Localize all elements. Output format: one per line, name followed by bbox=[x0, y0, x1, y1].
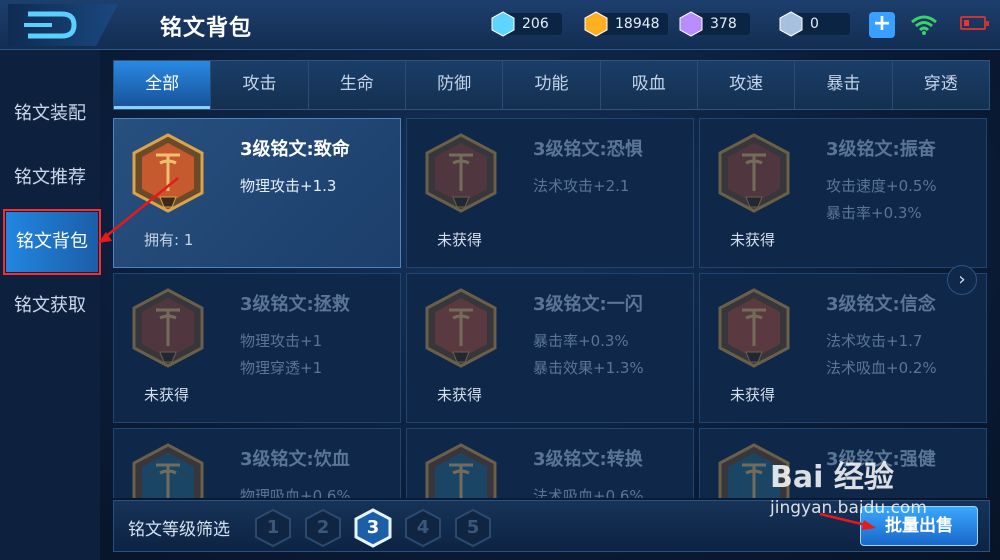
inscription-attribute: 物理攻击+1.3 bbox=[240, 177, 337, 195]
tab-1[interactable]: 攻击 bbox=[211, 61, 309, 109]
level-filter-2[interactable]: 2 bbox=[304, 508, 342, 548]
level-filter-label: 铭文等级筛选 bbox=[128, 520, 230, 540]
tab-3[interactable]: 防御 bbox=[406, 61, 504, 109]
tab-7[interactable]: 暴击 bbox=[795, 61, 893, 109]
inscription-attribute: 暴击率+0.3% bbox=[533, 332, 629, 350]
tab-0[interactable]: 全部 bbox=[114, 61, 212, 109]
inscription-screen: 铭文背包 206 18948 378 0 + 铭文装配 铭文推荐 铭文背包 铭文获取 全部攻… bbox=[0, 0, 1000, 560]
inscription-attribute: 物理攻击+1 bbox=[240, 332, 323, 350]
tab-5[interactable]: 吸血 bbox=[601, 61, 698, 109]
inscription-name: 3级铭文:信念 bbox=[826, 294, 936, 315]
inscription-gem-icon bbox=[425, 443, 497, 498]
currency-fragment: 0 bbox=[778, 11, 850, 37]
inscription-status: 未获得 bbox=[144, 386, 190, 404]
inscription-attribute: 法术攻击+2.1 bbox=[533, 177, 630, 195]
inscription-name: 3级铭文:恐惧 bbox=[533, 139, 643, 160]
sidebar-item-3[interactable]: 铭文获取 bbox=[0, 276, 100, 336]
tab-4[interactable]: 功能 bbox=[503, 61, 601, 109]
inscription-gem-icon bbox=[132, 133, 204, 213]
inscription-name: 3级铭文:一闪 bbox=[533, 294, 643, 315]
inscription-name: 3级铭文:饮血 bbox=[240, 449, 350, 470]
inscription-card[interactable]: 3级铭文:振奋 攻击速度+0.5% 暴击率+0.3% 未获得 bbox=[699, 118, 987, 268]
inscription-card[interactable]: 3级铭文:饮血物理吸血+0.6% bbox=[113, 428, 401, 498]
inscription-grid: 3级铭文:致命 物理攻击+1.3 拥有: 1 3级铭文:恐惧 法术攻击+2.1 未获得 3级… bbox=[113, 118, 990, 498]
currency-diamond: 206 bbox=[490, 11, 562, 37]
sidebar: 铭文装配 铭文推荐 铭文背包 铭文获取 bbox=[0, 50, 101, 560]
crystal-icon bbox=[679, 11, 703, 37]
inscription-gem-icon bbox=[718, 288, 790, 368]
tab-6[interactable]: 攻速 bbox=[698, 61, 796, 109]
battery-icon bbox=[960, 16, 989, 30]
back-arrow-icon bbox=[24, 11, 77, 39]
inscription-status: 未获得 bbox=[730, 386, 776, 404]
inscription-card[interactable]: 3级铭文:拯救 物理攻击+1 物理穿透+1 未获得 bbox=[113, 273, 401, 423]
annotation-arrowhead-sidebar bbox=[98, 232, 112, 243]
level-filter-label: 2 bbox=[316, 517, 330, 538]
inscription-card[interactable]: 3级铭文:恐惧 法术攻击+2.1 未获得 bbox=[406, 118, 694, 268]
inscription-gem-icon bbox=[425, 133, 497, 213]
level-filter-3[interactable]: 3 bbox=[354, 508, 392, 548]
inscription-status: 未获得 bbox=[437, 386, 483, 404]
inscription-attribute: 物理吸血+0.6% bbox=[240, 487, 351, 498]
watermark-url: jingyan.baidu.com bbox=[770, 498, 927, 518]
sidebar-item-2[interactable]: 铭文背包 bbox=[3, 209, 101, 275]
level-filter-1[interactable]: 1 bbox=[254, 508, 292, 548]
diamond-icon bbox=[491, 11, 515, 37]
sidebar-item-1[interactable]: 铭文推荐 bbox=[0, 148, 100, 208]
inscription-name: 3级铭文:致命 bbox=[240, 139, 350, 160]
inscription-attribute: 法术吸血+0.6% bbox=[533, 487, 644, 498]
category-tabs: 全部 攻击 生命 防御 功能 吸血 攻速 暴击 穿透 bbox=[113, 60, 990, 110]
top-bar: 铭文背包 206 18948 378 0 + bbox=[0, 0, 1000, 50]
inscription-attribute: 攻击速度+0.5% bbox=[826, 177, 937, 195]
inscription-gem-icon bbox=[132, 288, 204, 368]
watermark-brand: Bai 经验 bbox=[770, 460, 894, 495]
sidebar-item-0[interactable]: 铭文装配 bbox=[0, 84, 100, 144]
inscription-gem-icon bbox=[718, 133, 790, 213]
level-filter-4[interactable]: 4 bbox=[404, 508, 442, 548]
add-currency-button[interactable]: + bbox=[869, 12, 895, 38]
next-page-arrow[interactable]: › bbox=[947, 265, 977, 295]
level-filter-label: 1 bbox=[266, 517, 280, 538]
inscription-status: 拥有: 1 bbox=[144, 231, 194, 249]
inscription-gem-icon bbox=[132, 443, 204, 498]
currency-gold-coin: 18948 bbox=[583, 11, 668, 37]
wifi-icon bbox=[911, 15, 937, 35]
inscription-attribute: 暴击效果+1.3% bbox=[533, 359, 644, 377]
tab-2[interactable]: 生命 bbox=[309, 61, 406, 109]
inscription-card[interactable]: 3级铭文:转换法术吸血+0.6% bbox=[406, 428, 694, 498]
inscription-gem-icon bbox=[425, 288, 497, 368]
inscription-attribute: 物理穿透+1 bbox=[240, 359, 323, 377]
inscription-name: 3级铭文:拯救 bbox=[240, 294, 350, 315]
inscription-card[interactable]: 3级铭文:信念 法术攻击+1.7 法术吸血+0.2% 未获得 bbox=[699, 273, 987, 423]
inscription-attribute: 法术吸血+0.2% bbox=[826, 359, 937, 377]
inscription-name: 3级铭文:转换 bbox=[533, 449, 643, 470]
currency-crystal: 378 bbox=[678, 11, 750, 37]
page-title: 铭文背包 bbox=[160, 16, 253, 41]
inscription-card[interactable]: 3级铭文:致命 物理攻击+1.3 拥有: 1 bbox=[113, 118, 401, 268]
inscription-card[interactable]: 3级铭文:一闪 暴击率+0.3% 暴击效果+1.3% 未获得 bbox=[406, 273, 694, 423]
inscription-status: 未获得 bbox=[437, 231, 483, 249]
inscription-attribute: 法术攻击+1.7 bbox=[826, 332, 923, 350]
inscription-status: 未获得 bbox=[730, 231, 776, 249]
level-filter-label: 5 bbox=[466, 517, 480, 538]
gold-coin-icon bbox=[584, 11, 608, 37]
inscription-name: 3级铭文:振奋 bbox=[826, 139, 936, 160]
level-filter-5[interactable]: 5 bbox=[454, 508, 492, 548]
tab-8[interactable]: 穿透 bbox=[893, 61, 989, 109]
baidu-watermark: Bai 经验 jingyan.baidu.com bbox=[770, 452, 927, 518]
fragment-icon bbox=[779, 11, 803, 37]
level-filter-label: 4 bbox=[416, 517, 430, 538]
back-button[interactable] bbox=[8, 4, 118, 46]
level-filter-label: 3 bbox=[366, 517, 380, 538]
inscription-attribute: 暴击率+0.3% bbox=[826, 204, 922, 222]
